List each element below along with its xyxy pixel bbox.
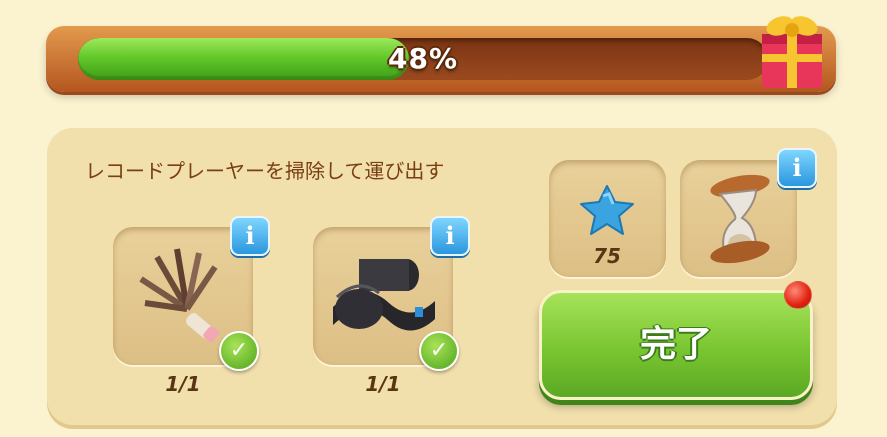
info-button-hourglass[interactable]: i [777, 148, 817, 188]
feather-duster-icon [139, 248, 219, 343]
notification-dot [784, 281, 812, 309]
reward-slot-star: 75 [549, 160, 666, 277]
task-title: レコードプレーヤーを掃除して運び出す [85, 159, 445, 183]
info-button-records[interactable]: i [430, 216, 470, 256]
info-button-duster[interactable]: i [230, 216, 270, 256]
reward-star-count: 75 [593, 244, 621, 268]
vinyl-records-icon [333, 259, 435, 331]
complete-button[interactable]: 完了 [539, 290, 813, 400]
hourglass-icon [710, 174, 770, 264]
star-icon [580, 185, 634, 235]
gift-box-icon[interactable] [752, 4, 832, 92]
item-count-records: 1/1 [365, 372, 401, 396]
item-count-duster: 1/1 [165, 372, 201, 396]
completed-check-icon: ✓ [219, 331, 259, 371]
completed-check-icon: ✓ [419, 331, 459, 371]
progress-percent-label: 48% [387, 42, 459, 75]
